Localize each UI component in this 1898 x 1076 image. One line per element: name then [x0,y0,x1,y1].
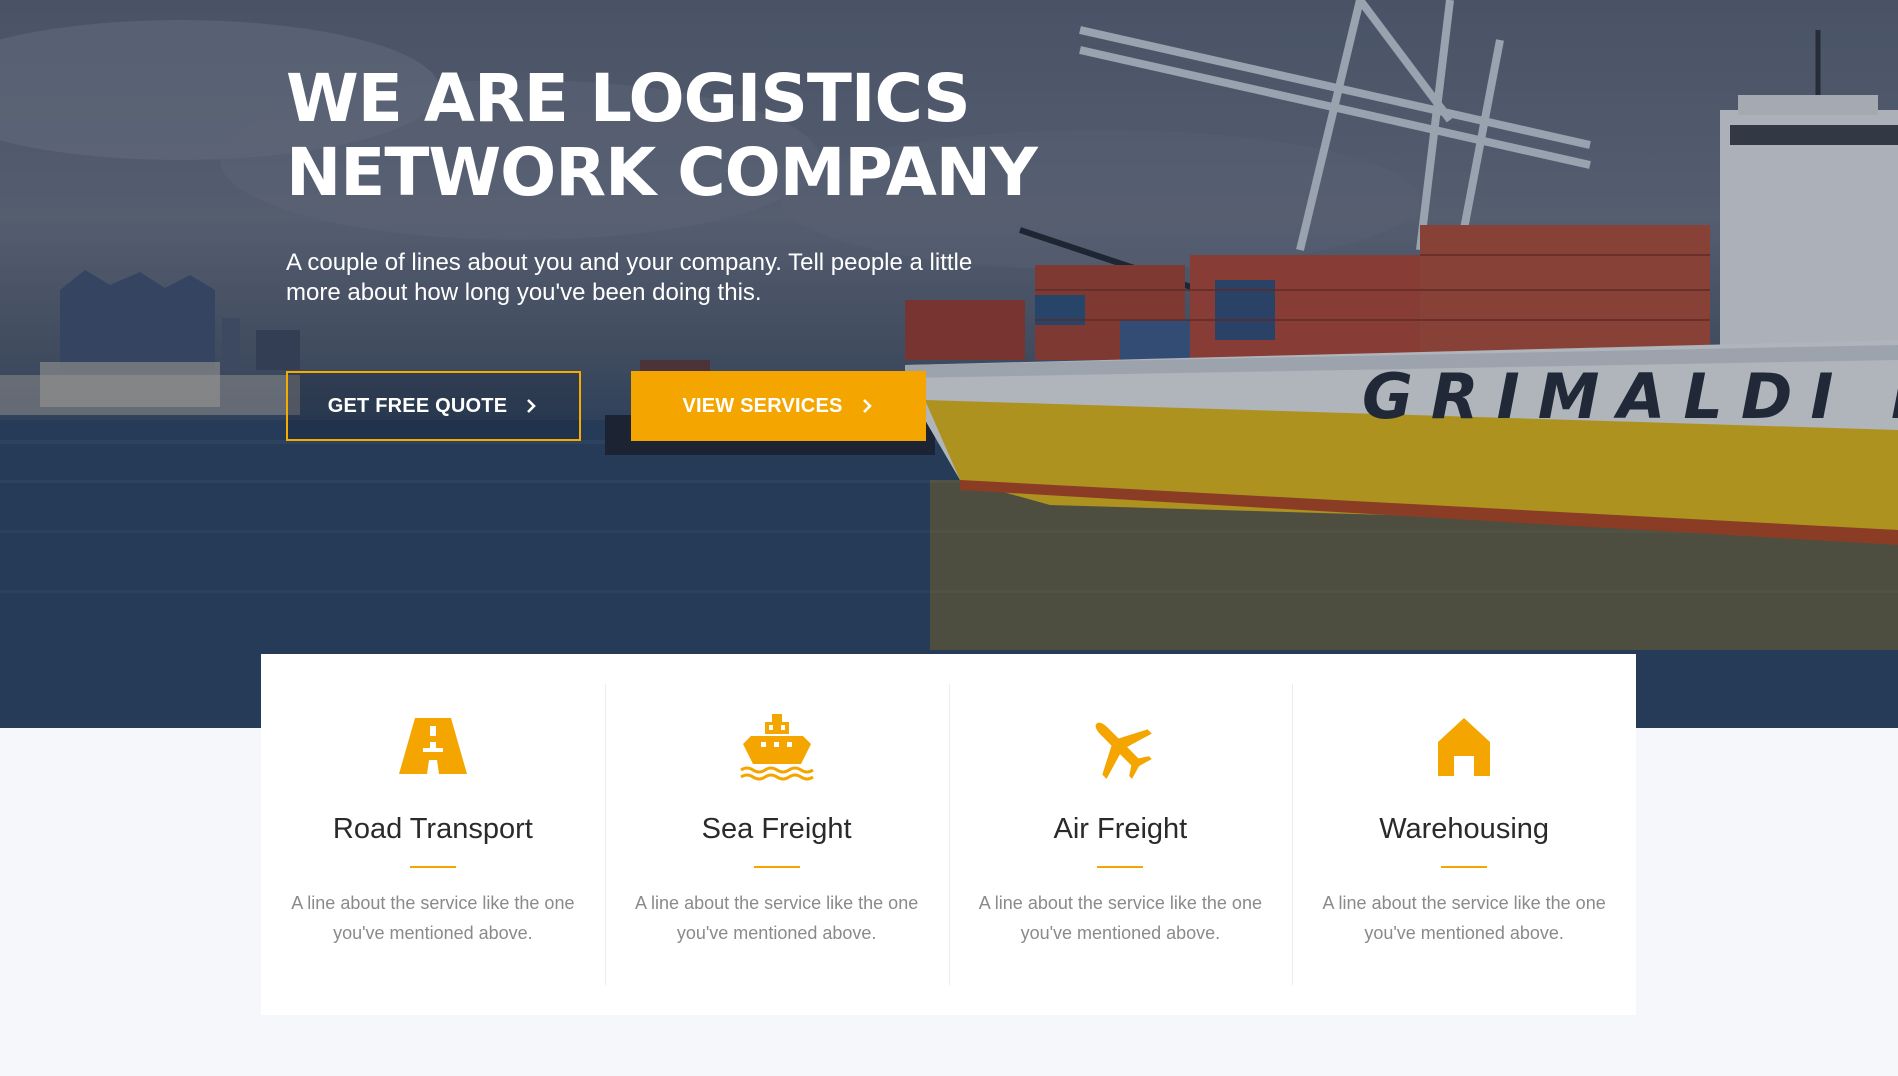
hero-section: GRIMALDI LI WE ARE LOGISTICS NETWORK COM… [0,0,1898,728]
view-services-label: VIEW SERVICES [682,394,843,417]
hero-title: WE ARE LOGISTICS NETWORK COMPANY [286,62,1046,210]
service-card-warehousing[interactable]: Warehousing A line about the service lik… [1292,654,1636,1015]
ship-icon [739,714,814,781]
airplane-icon [1096,722,1153,779]
service-card-sea-freight[interactable]: Sea Freight A line about the service lik… [604,654,949,1015]
service-title: Road Transport [332,813,533,845]
services-panel: Road Transport A line about the service … [261,654,1636,1015]
service-description: A line about the service like the one yo… [1322,893,1606,943]
chevron-right-icon [527,399,537,413]
service-divider [1097,866,1144,868]
road-icon [398,718,467,774]
chevron-right-icon [862,399,872,413]
hero-title-line-2: NETWORK COMPANY [286,134,1038,211]
service-description: A line about the service like the one yo… [635,893,919,943]
service-description: A line about the service like the one yo… [291,893,575,943]
service-divider [409,866,456,868]
warehouse-icon [1438,718,1491,776]
service-title: Air Freight [1053,813,1188,845]
service-card-road-transport[interactable]: Road Transport A line about the service … [261,654,605,1015]
hero-content: WE ARE LOGISTICS NETWORK COMPANY A coupl… [286,62,1046,308]
get-free-quote-button[interactable]: GET FREE QUOTE [286,371,581,441]
hero-description: A couple of lines about you and your com… [286,249,973,306]
service-divider [1441,866,1488,868]
service-description: A line about the service like the one yo… [978,893,1262,943]
get-free-quote-label: GET FREE QUOTE [327,394,508,417]
service-divider [753,866,800,868]
hero-title-line-1: WE ARE LOGISTICS [286,60,971,137]
view-services-button[interactable]: VIEW SERVICES [631,371,926,441]
service-title: Sea Freight [701,813,852,845]
service-title: Warehousing [1379,813,1550,845]
service-card-air-freight[interactable]: Air Freight A line about the service lik… [948,654,1293,1015]
